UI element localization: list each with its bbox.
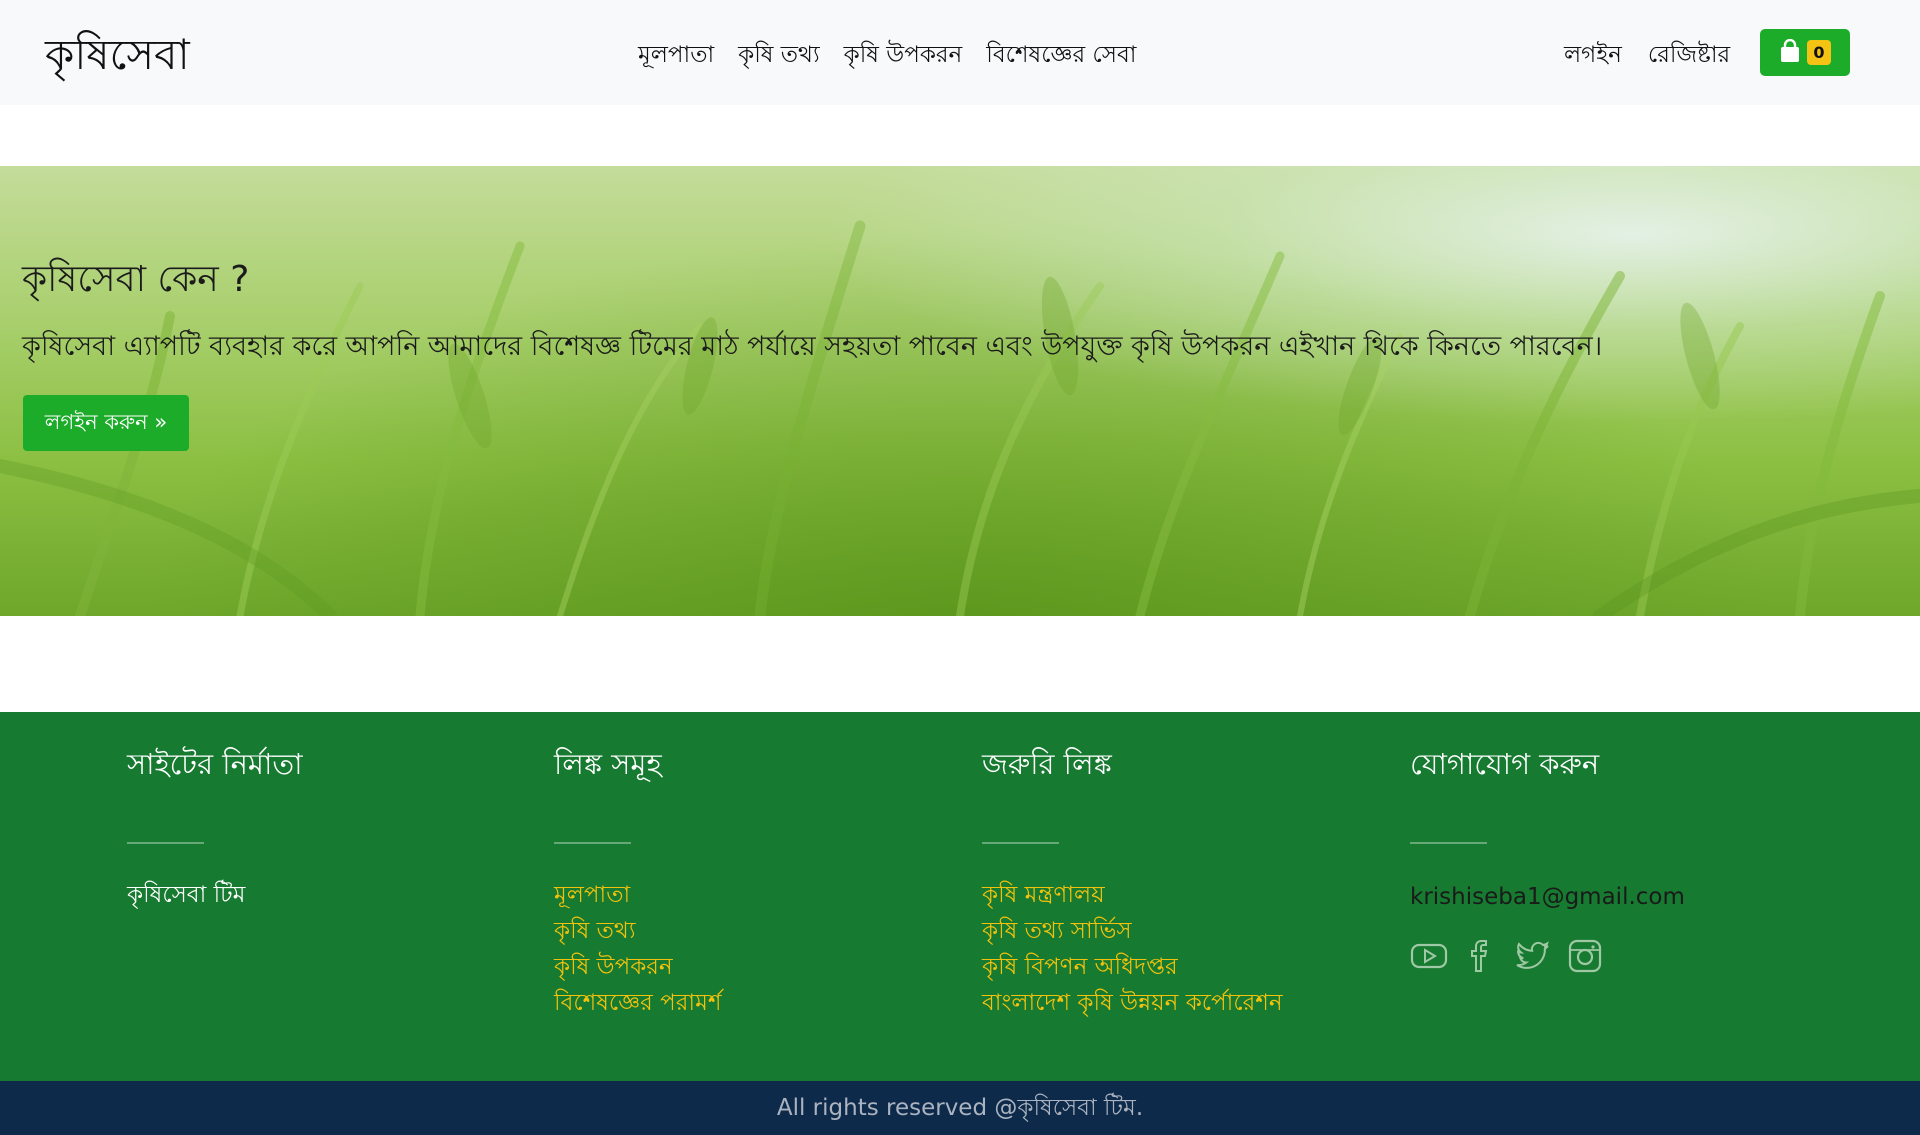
team-name: কৃষিসেবা টিম: [127, 882, 246, 908]
copyright-bar: All rights reserved @কৃষিসেবা টিম.: [0, 1081, 1920, 1135]
heading-divider: [127, 842, 204, 844]
auth-links: লগইন রেজিষ্টার: [1564, 36, 1756, 75]
cart-button[interactable]: 0: [1760, 29, 1850, 76]
heading-divider: [554, 842, 631, 844]
wheat-field-background: [0, 220, 1920, 616]
instagram-icon[interactable]: [1566, 937, 1604, 975]
footer-link-agri-info[interactable]: কৃষি তথ্য: [554, 913, 721, 949]
copyright-text: All rights reserved @কৃষিসেবা টিম.: [776, 1094, 1144, 1121]
heading-divider: [1410, 842, 1487, 844]
footer: সাইটের নির্মাতা কৃষিসেবা টিম লিঙ্ক সমূহ …: [0, 712, 1920, 1081]
contact-email[interactable]: krishiseba1@gmail.com: [1410, 879, 1685, 915]
footer-link-marketing-dept[interactable]: কৃষি বিপণন অধিদপ্তর: [982, 949, 1283, 985]
hero-description: কৃষিসেবা এ্যাপটি ব্যবহার করে আপনি আমাদের…: [22, 331, 1603, 362]
hero-login-button[interactable]: লগইন করুন »: [23, 395, 189, 451]
twitter-icon[interactable]: [1514, 937, 1552, 975]
footer-makers-heading: সাইটের নির্মাতা: [127, 747, 303, 781]
shopping-bag-icon: [1779, 38, 1801, 67]
brand-logo[interactable]: কৃষিসেবা: [45, 22, 190, 93]
navbar: কৃষিসেবা মূলপাতা কৃষি তথ্য কৃষি উপকরন বি…: [0, 0, 1920, 105]
nav-agri-info[interactable]: কৃষি তথ্য: [738, 36, 820, 75]
facebook-icon[interactable]: [1462, 937, 1500, 975]
footer-contact-heading: যোগাযোগ করুন: [1410, 747, 1600, 781]
main-nav: মূলপাতা কৃষি তথ্য কৃষি উপকরন বিশেষজ্ঞের …: [638, 36, 1160, 75]
footer-link-expert-advice[interactable]: বিশেষজ্ঞের পরামর্শ: [554, 985, 721, 1021]
heading-divider: [982, 842, 1059, 844]
cart-count-badge: 0: [1807, 40, 1831, 65]
register-link[interactable]: রেজিষ্টার: [1648, 36, 1730, 75]
footer-makers-column: সাইটের নির্মাতা কৃষিসেবা টিম: [127, 742, 303, 908]
nav-agri-inputs[interactable]: কৃষি উপকরন: [844, 36, 963, 75]
login-link[interactable]: লগইন: [1564, 36, 1622, 75]
footer-link-ministry[interactable]: কৃষি মন্ত্রণালয়: [982, 877, 1283, 913]
footer-contact-column: যোগাযোগ করুন krishiseba1@gmail.com: [1410, 742, 1685, 973]
footer-link-badc[interactable]: বাংলাদেশ কৃষি উন্নয়ন কর্পোরেশন: [982, 985, 1283, 1021]
social-icons: [1410, 937, 1604, 975]
nav-expert-service[interactable]: বিশেষজ্ঞের সেবা: [986, 36, 1136, 75]
youtube-icon[interactable]: [1410, 937, 1448, 975]
footer-links-heading: লিঙ্ক সমূহ: [554, 747, 662, 781]
footer-link-agri-inputs[interactable]: কৃষি উপকরন: [554, 949, 721, 985]
footer-important-heading: জরুরি লিঙ্ক: [982, 747, 1112, 781]
footer-links-column: লিঙ্ক সমূহ মূলপাতা কৃষি তথ্য কৃষি উপকরন …: [554, 742, 721, 1016]
footer-link-home[interactable]: মূলপাতা: [554, 877, 721, 913]
hero-title: কৃষিসেবা কেন ?: [22, 259, 250, 300]
footer-important-column: জরুরি লিঙ্ক কৃষি মন্ত্রণালয় কৃষি তথ্য স…: [982, 742, 1283, 1016]
nav-home[interactable]: মূলপাতা: [638, 36, 714, 75]
hero-banner: কৃষিসেবা কেন ? কৃষিসেবা এ্যাপটি ব্যবহার …: [0, 166, 1920, 616]
footer-link-info-service[interactable]: কৃষি তথ্য সার্ভিস: [982, 913, 1283, 949]
